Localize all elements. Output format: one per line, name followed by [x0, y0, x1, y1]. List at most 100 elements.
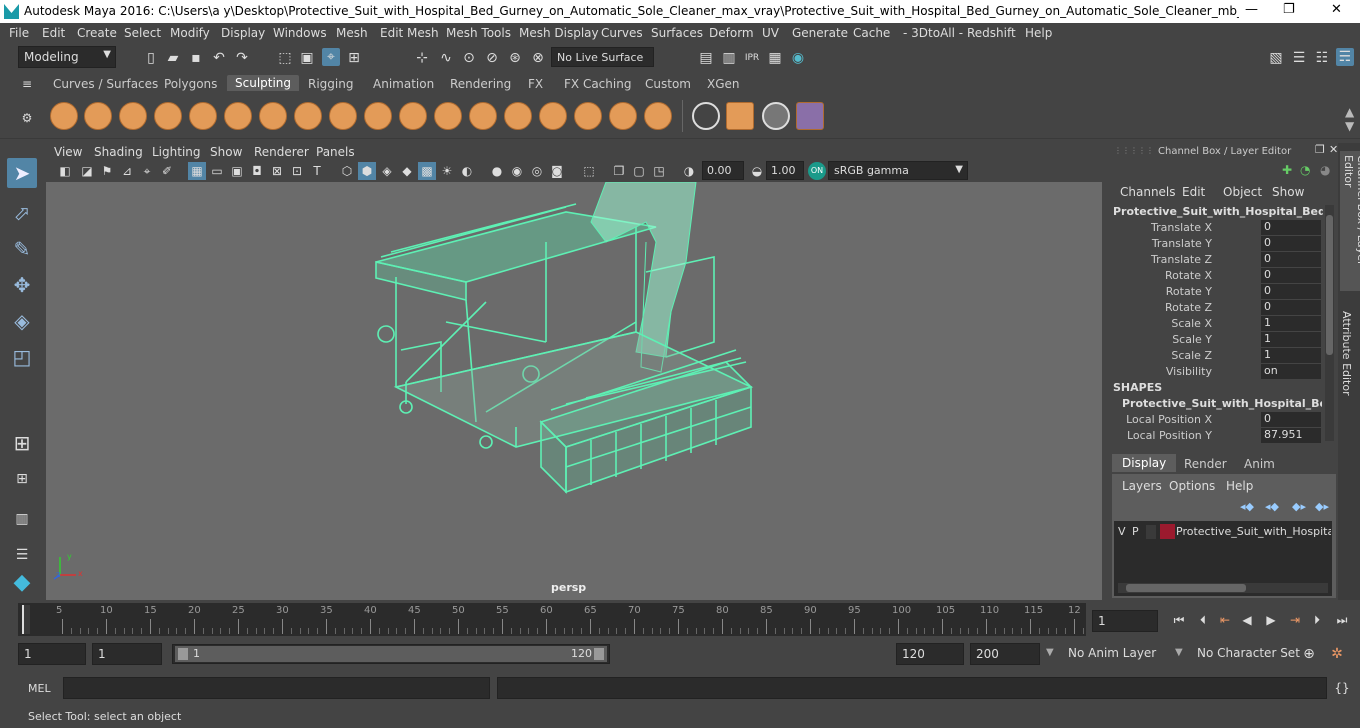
manipulator-icon[interactable]: ✚: [1282, 163, 1292, 177]
workspace-icon[interactable]: ▧: [1267, 49, 1285, 67]
attr-scale-x[interactable]: Scale X 1: [1110, 316, 1322, 332]
attr-value[interactable]: 87.951: [1261, 428, 1321, 443]
resolution-gate-icon[interactable]: ▣: [228, 162, 246, 180]
outliner-layout-icon[interactable]: ▥: [7, 504, 37, 534]
hyper-icon[interactable]: ◕: [1320, 163, 1330, 177]
spray-tool-icon[interactable]: [294, 102, 322, 130]
sculpt-layer-icon[interactable]: [726, 102, 754, 130]
single-view-icon[interactable]: ⊞: [7, 428, 37, 458]
snap-grid-icon[interactable]: ⊹: [413, 49, 431, 67]
render-settings-icon[interactable]: ▦: [766, 49, 784, 67]
tab-animation[interactable]: Animation: [373, 76, 434, 92]
camera-attr-icon[interactable]: ◪: [78, 162, 96, 180]
vp-menu-panels[interactable]: Panels: [316, 145, 355, 159]
bookmark-icon[interactable]: ⚑: [98, 162, 116, 180]
vp-menu-shading[interactable]: Shading: [94, 145, 143, 159]
wax-tool-icon[interactable]: [399, 102, 427, 130]
gamma-icon[interactable]: ◒: [748, 162, 766, 180]
mel-input[interactable]: [63, 677, 490, 699]
imprint-tool-icon[interactable]: [364, 102, 392, 130]
scrollbar-thumb[interactable]: [1326, 215, 1333, 355]
tab-fx-caching[interactable]: FX Caching: [564, 76, 631, 92]
menu-deform[interactable]: Deform: [709, 26, 754, 40]
move-layer-down-icon[interactable]: ◂◆: [1265, 500, 1279, 513]
current-frame-field[interactable]: 1: [1092, 610, 1158, 632]
menu-display[interactable]: Display: [221, 26, 265, 40]
scrape-tool-icon[interactable]: [434, 102, 462, 130]
save-scene-icon[interactable]: ▪: [187, 49, 205, 67]
four-view-icon[interactable]: ⊞: [7, 464, 37, 494]
grease-pencil-icon[interactable]: ✐: [158, 162, 176, 180]
render-frame-icon[interactable]: ▥: [720, 49, 738, 67]
open-scene-icon[interactable]: ▰: [164, 49, 182, 67]
2d-pan-icon[interactable]: ⌖: [138, 162, 156, 180]
foamy-tool-icon[interactable]: [259, 102, 287, 130]
step-back-key-icon[interactable]: ⇤: [1216, 611, 1234, 629]
backface-icon[interactable]: ◳: [650, 162, 668, 180]
select-tool-icon[interactable]: ➤: [7, 158, 37, 188]
go-to-start-icon[interactable]: ⏮: [1170, 611, 1188, 629]
exposure-icon[interactable]: ◑: [680, 162, 698, 180]
freeze-tool-icon[interactable]: [644, 102, 672, 130]
go-to-end-icon[interactable]: ⏭: [1333, 611, 1351, 629]
snap-curve-icon[interactable]: ∿: [437, 49, 455, 67]
timeline-current-frame-marker[interactable]: [22, 605, 30, 634]
smear-tool-icon[interactable]: [539, 102, 567, 130]
film-gate-icon[interactable]: ▭: [208, 162, 226, 180]
tab-render[interactable]: Render: [1184, 457, 1227, 471]
drag-handle[interactable]: ⋮⋮⋮⋮⋮: [1114, 146, 1154, 155]
smooth-shade-icon[interactable]: ⬢: [358, 162, 376, 180]
antialias-icon[interactable]: ◎: [528, 162, 546, 180]
range-end-grip[interactable]: [594, 648, 604, 660]
menu-mesh[interactable]: Mesh: [336, 26, 368, 40]
pinch-tool-icon[interactable]: [189, 102, 217, 130]
bulge-tool-icon[interactable]: [574, 102, 602, 130]
menu-create[interactable]: Create: [77, 26, 117, 40]
tab-fx[interactable]: FX: [528, 76, 543, 92]
motion-blur-icon[interactable]: ◉: [508, 162, 526, 180]
chevron-down-icon[interactable]: ▼: [1046, 647, 1054, 658]
float-panel-icon[interactable]: ❐: [1315, 143, 1325, 156]
step-forward-frame-icon[interactable]: ⏵: [1308, 611, 1326, 629]
cb-menu-show[interactable]: Show: [1272, 185, 1304, 199]
tab-attribute-editor[interactable]: Attribute Editor: [1340, 311, 1353, 396]
menu-3dtoall[interactable]: - 3DtoAll -: [903, 26, 963, 40]
live-surface-field[interactable]: No Live Surface: [551, 47, 654, 67]
scene-start-field[interactable]: 1: [18, 643, 86, 665]
wireframe-on-shaded-icon[interactable]: ◈: [378, 162, 396, 180]
set-sculpt-icon[interactable]: [762, 102, 790, 130]
vp-menu-renderer[interactable]: Renderer: [254, 145, 309, 159]
tab-anim[interactable]: Anim: [1244, 457, 1275, 471]
range-slider[interactable]: 1 120: [172, 644, 610, 664]
close-panel-icon[interactable]: ✕: [1329, 143, 1338, 156]
select-component-icon[interactable]: ⌖: [322, 48, 340, 66]
timeline-ruler[interactable]: 1510152025303540455055606570758085909510…: [18, 603, 1086, 636]
render-view-icon[interactable]: ▤: [697, 49, 715, 67]
vp-menu-view[interactable]: View: [54, 145, 82, 159]
attr-value[interactable]: 0: [1261, 284, 1321, 299]
layer-visibility-toggle[interactable]: V: [1118, 525, 1126, 538]
convert-to-frozen-icon[interactable]: [692, 102, 720, 130]
camera-icon[interactable]: ◧: [56, 162, 74, 180]
attr-value[interactable]: on: [1261, 364, 1321, 379]
range-start-grip[interactable]: [178, 648, 188, 660]
toggle-attribute-icon[interactable]: ☰: [1290, 49, 1308, 67]
step-forward-key-icon[interactable]: ⇥: [1286, 611, 1304, 629]
attr-value[interactable]: 0: [1261, 252, 1321, 267]
amplify-tool-icon[interactable]: [609, 102, 637, 130]
vp-menu-lighting[interactable]: Lighting: [152, 145, 201, 159]
sculpt-tool-icon[interactable]: [50, 102, 78, 130]
attr-value[interactable]: 0: [1261, 220, 1321, 235]
layer-menu-layers[interactable]: Layers: [1122, 479, 1162, 493]
toggle-tool-settings-icon[interactable]: ☷: [1313, 49, 1331, 67]
tab-polygons[interactable]: Polygons: [164, 76, 217, 92]
new-layer-selected-icon[interactable]: ◆▸: [1315, 500, 1329, 513]
animation-prefs-icon[interactable]: ✲: [1328, 645, 1346, 663]
menu-redshift[interactable]: Redshift: [967, 26, 1016, 40]
menu-cache[interactable]: Cache: [853, 26, 890, 40]
snap-surface-icon[interactable]: ⊛: [506, 49, 524, 67]
grab-tool-icon[interactable]: [154, 102, 182, 130]
viewport-3d[interactable]: y x z persp: [46, 182, 1102, 600]
scale-tool-icon[interactable]: ◰: [7, 342, 37, 372]
mode-dropdown[interactable]: Modeling ▼: [18, 46, 116, 68]
